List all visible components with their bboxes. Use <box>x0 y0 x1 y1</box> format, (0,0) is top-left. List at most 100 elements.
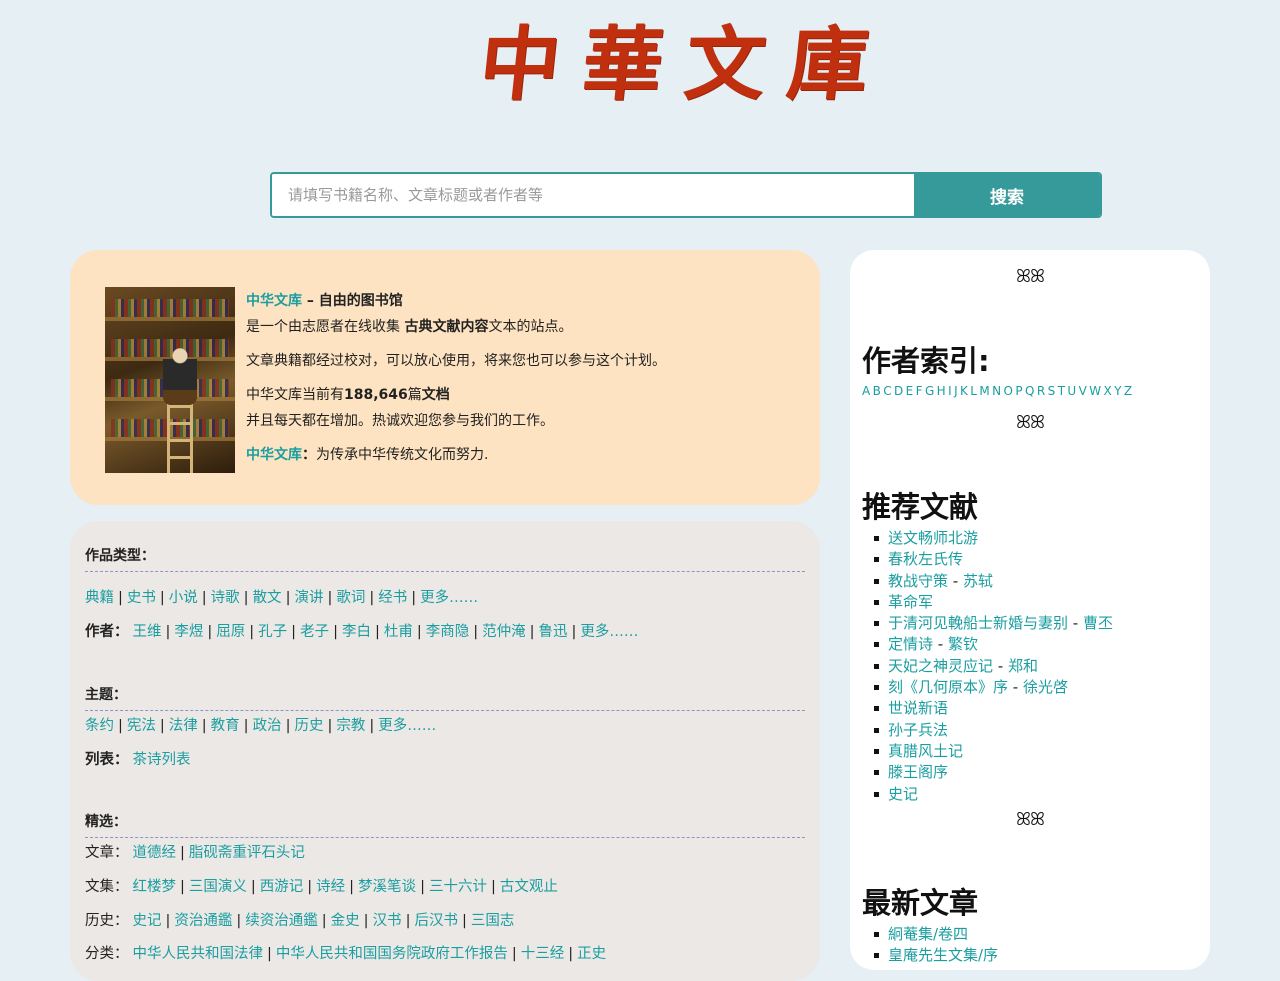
author-index-letter[interactable]: Z <box>1124 384 1133 398</box>
author-link[interactable]: 李商隐 <box>426 624 470 640</box>
author-index-letter[interactable]: A <box>862 384 871 398</box>
recommended-title-link[interactable]: 送文畅师北游 <box>888 529 978 547</box>
recommended-title-link[interactable]: 于清河见輓船士新婚与妻别 <box>888 614 1068 632</box>
topic-link[interactable]: 宪法 <box>127 718 156 734</box>
author-index-letter[interactable]: Q <box>1025 384 1035 398</box>
site-logo[interactable]: 中 華 文 庫 <box>475 14 876 114</box>
recommended-title-link[interactable]: 世说新语 <box>888 699 948 717</box>
author-link[interactable]: 李煜 <box>174 624 203 640</box>
collection-link[interactable]: 三国演义 <box>189 879 247 895</box>
lists-row: 列表： 茶诗列表 <box>85 748 805 769</box>
history-link[interactable]: 金史 <box>331 913 360 929</box>
author-index-letter[interactable]: D <box>894 384 904 398</box>
recommended-title-link[interactable]: 定情诗 <box>888 635 933 653</box>
recommended-title-link[interactable]: 孙子兵法 <box>888 721 948 739</box>
author-index-letter[interactable]: C <box>883 384 892 398</box>
type-link[interactable]: 演讲 <box>294 590 323 606</box>
author-index-letter[interactable]: O <box>1004 384 1014 398</box>
author-index-letter[interactable]: F <box>916 384 923 398</box>
topic-link[interactable]: 法律 <box>169 718 198 734</box>
type-link[interactable]: 更多…… <box>420 590 478 606</box>
article-link[interactable]: 道德经 <box>133 845 177 861</box>
recommended-title-link[interactable]: 春秋左氏传 <box>888 550 963 568</box>
author-index-letter[interactable]: R <box>1037 384 1046 398</box>
topic-link[interactable]: 宗教 <box>336 718 365 734</box>
topic-link[interactable]: 历史 <box>294 718 323 734</box>
author-index-letter[interactable]: U <box>1067 384 1076 398</box>
author-index-letter[interactable]: W <box>1089 384 1101 398</box>
history-link[interactable]: 后汉书 <box>414 913 458 929</box>
author-link[interactable]: 孔子 <box>258 624 287 640</box>
history-link[interactable]: 史记 <box>133 913 162 929</box>
type-link[interactable]: 诗歌 <box>211 590 240 606</box>
author-index-letter[interactable]: S <box>1048 384 1056 398</box>
author-index-letter[interactable]: B <box>873 384 882 398</box>
intro-text: 中华文库 – 自由的图书馆 是一个由志愿者在线收集 古典文献内容文本的站点。 文… <box>246 288 806 468</box>
motto-site-link[interactable]: 中华文库 <box>246 447 302 463</box>
author-index-letter[interactable]: G <box>925 384 935 398</box>
search-button[interactable]: 搜索 <box>914 174 1100 216</box>
site-name-link[interactable]: 中华文库 <box>246 293 302 309</box>
author-link[interactable]: 范仲淹 <box>482 624 526 640</box>
author-link[interactable]: 鲁迅 <box>539 624 568 640</box>
type-link[interactable]: 经书 <box>378 590 407 606</box>
type-link[interactable]: 歌词 <box>336 590 365 606</box>
recommended-author-link[interactable]: 郑和 <box>1008 657 1038 675</box>
type-link[interactable]: 史书 <box>127 590 156 606</box>
author-index-letter[interactable]: E <box>906 384 914 398</box>
author-index-letter[interactable]: H <box>937 384 946 398</box>
article-link[interactable]: 脂砚斋重评石头记 <box>189 845 305 861</box>
topic-link[interactable]: 教育 <box>211 718 240 734</box>
recommended-title-link[interactable]: 滕王阁序 <box>888 763 948 781</box>
author-index-letter[interactable]: N <box>992 384 1001 398</box>
author-link[interactable]: 李白 <box>342 624 371 640</box>
author-index-letter[interactable]: L <box>970 384 977 398</box>
collection-link[interactable]: 三十六计 <box>429 879 487 895</box>
separator: | <box>490 879 496 895</box>
type-link[interactable]: 散文 <box>253 590 282 606</box>
recommended-title-link[interactable]: 天妃之神灵应记 <box>888 657 993 675</box>
recommended-title-link[interactable]: 革命军 <box>888 593 933 611</box>
author-index-letter[interactable]: J <box>954 384 958 398</box>
separator: | <box>159 718 165 734</box>
recommended-author-link[interactable]: 曹丕 <box>1083 614 1113 632</box>
author-link[interactable]: 老子 <box>300 624 329 640</box>
collection-link[interactable]: 红楼梦 <box>133 879 177 895</box>
author-index-letter[interactable]: K <box>960 384 968 398</box>
author-link[interactable]: 杜甫 <box>384 624 413 640</box>
topic-link[interactable]: 条约 <box>85 718 114 734</box>
recommended-title-link[interactable]: 史记 <box>888 785 918 803</box>
collection-link[interactable]: 梦溪笔谈 <box>358 879 416 895</box>
search-input[interactable] <box>272 174 914 216</box>
collection-link[interactable]: 古文观止 <box>500 879 558 895</box>
recommended-author-link[interactable]: 繁钦 <box>948 635 978 653</box>
author-index-letter[interactable]: X <box>1103 384 1112 398</box>
author-index-letter[interactable]: T <box>1058 384 1066 398</box>
collection-link[interactable]: 诗经 <box>316 879 345 895</box>
history-link[interactable]: 三国志 <box>471 913 515 929</box>
type-link[interactable]: 小说 <box>169 590 198 606</box>
recommended-author-link[interactable]: 徐光啓 <box>1023 678 1068 696</box>
author-link[interactable]: 王维 <box>133 624 162 640</box>
recommended-author-link[interactable]: 苏轼 <box>963 572 993 590</box>
recommended-title-link[interactable]: 真腊风土记 <box>888 742 963 760</box>
author-index-letter[interactable]: V <box>1079 384 1088 398</box>
latest-article-link[interactable]: 絅菴集/卷四 <box>888 925 968 943</box>
author-index-letter[interactable]: M <box>979 384 990 398</box>
author-index-letter[interactable]: P <box>1015 384 1023 398</box>
history-link[interactable]: 资治通鑑 <box>174 913 232 929</box>
author-index-letter[interactable]: I <box>948 384 952 398</box>
latest-article-link[interactable]: 皇庵先生文集/序 <box>888 946 998 964</box>
history-link[interactable]: 汉书 <box>373 913 402 929</box>
author-link[interactable]: 屈原 <box>216 624 245 640</box>
list-link[interactable]: 茶诗列表 <box>133 752 191 768</box>
collection-link[interactable]: 西游记 <box>260 879 304 895</box>
author-link[interactable]: 更多…… <box>580 624 638 640</box>
topic-link[interactable]: 更多…… <box>378 718 436 734</box>
author-index-letter[interactable]: Y <box>1114 384 1122 398</box>
recommended-title-link[interactable]: 教战守策 <box>888 572 948 590</box>
topic-link[interactable]: 政治 <box>253 718 282 734</box>
type-link[interactable]: 典籍 <box>85 590 114 606</box>
history-link[interactable]: 续资治通鑑 <box>245 913 318 929</box>
recommended-title-link[interactable]: 刻《几何原本》序 <box>888 678 1008 696</box>
